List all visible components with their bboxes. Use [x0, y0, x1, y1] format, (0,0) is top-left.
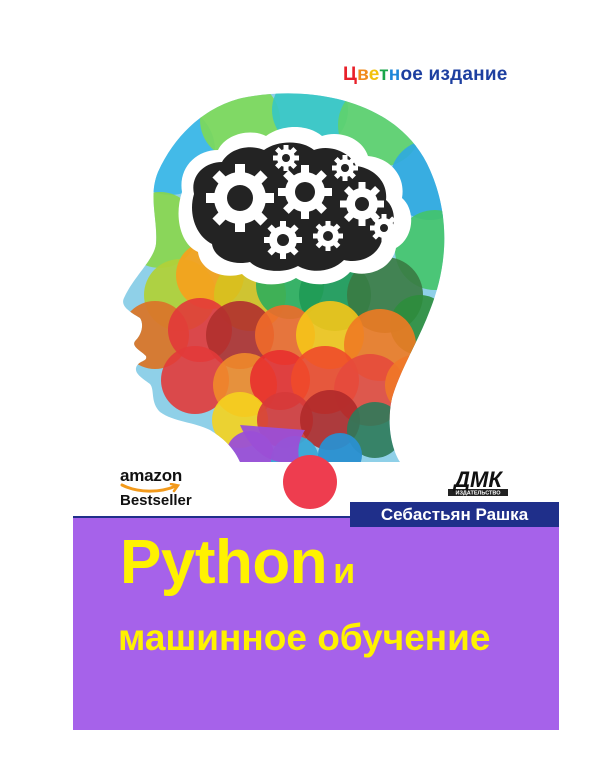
book-cover: Цветное издание amazon Bestseller ДМК ИЗ… [0, 0, 589, 774]
title-python: Python [120, 528, 328, 597]
head-illustration [123, 93, 445, 509]
amazon-logo-text: amazon [120, 466, 183, 485]
thought-bubble [283, 455, 337, 509]
title-conjunction: и [333, 550, 356, 591]
publisher-logo-subtext: ИЗДАТЕЛЬСТВО [455, 491, 501, 497]
edition-letter: н [473, 64, 485, 85]
bestseller-label: Bestseller [120, 492, 192, 509]
author-banner: Себастьян Рашка [350, 502, 559, 527]
amazon-bestseller-badge: amazon Bestseller [120, 467, 210, 509]
author-name: Себастьян Рашка [380, 504, 529, 524]
book-title: Python и [120, 532, 355, 594]
book-subtitle: машинное обучение [118, 617, 491, 658]
publisher-logo: ДМК ИЗДАТЕЛЬСТВО [448, 467, 508, 497]
publisher-logo-text: ДМК [452, 467, 503, 492]
edition-letter: и [484, 64, 497, 85]
edition-letter: е [496, 64, 508, 85]
edition-letter: а [462, 64, 474, 85]
